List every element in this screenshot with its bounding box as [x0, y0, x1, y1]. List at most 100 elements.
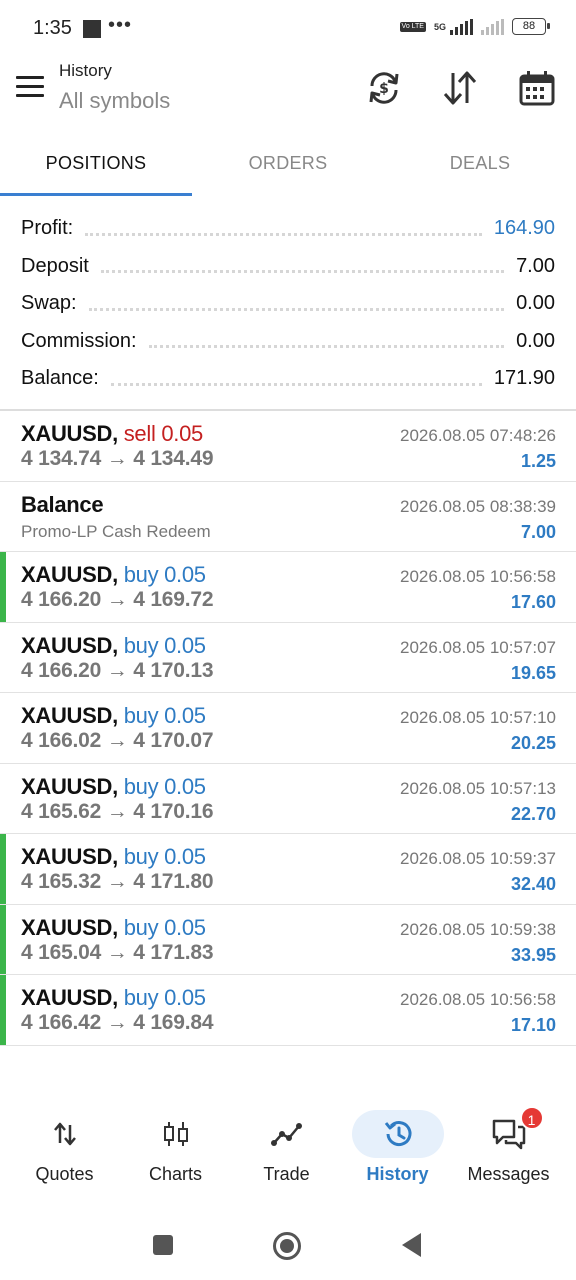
- deal-volume: buy 0.05: [123, 844, 206, 869]
- tab-deals[interactable]: DEALS: [384, 135, 576, 197]
- nav-messages[interactable]: 1 Messages: [453, 1100, 564, 1210]
- nav-icon-container: [241, 1110, 333, 1158]
- tab-positions[interactable]: POSITIONS: [0, 135, 192, 197]
- symbol: XAUUSD,: [21, 985, 118, 1010]
- list-item[interactable]: XAUUSD, sell 0.05 4 134.74 → 4 134.49 20…: [0, 411, 576, 482]
- nav-label: Quotes: [35, 1164, 94, 1184]
- active-tab-indicator: [0, 193, 192, 196]
- symbol: XAUUSD,: [21, 703, 118, 728]
- deal-time: 2026.08.05 08:38:39: [400, 496, 556, 516]
- nav-icon-container: [19, 1110, 111, 1158]
- signal-2-icon: [481, 18, 504, 35]
- list-item[interactable]: XAUUSD, buy 0.05 4 166.42 → 4 169.84 202…: [0, 975, 576, 1046]
- symbol: XAUUSD,: [21, 844, 118, 869]
- unread-badge: 1: [519, 1106, 544, 1130]
- deal-title: XAUUSD, buy 0.05: [21, 633, 206, 659]
- summary-row-profit: Profit: 164.90: [0, 210, 576, 248]
- list-item[interactable]: Balance Promo-LP Cash Redeem 2026.08.05 …: [0, 482, 576, 552]
- list-item[interactable]: XAUUSD, buy 0.05 4 165.62 → 4 170.16 202…: [0, 764, 576, 834]
- sync-icon[interactable]: $: [364, 68, 404, 108]
- deal-prices: 4 166.20 → 4 169.72: [21, 588, 214, 611]
- status-indicators: Vo LTE 5G 88: [399, 18, 550, 35]
- deal-title: XAUUSD, buy 0.05: [21, 562, 206, 588]
- symbol: XAUUSD,: [21, 914, 118, 940]
- status-time: 1:35: [33, 17, 72, 39]
- history-icon: [384, 1121, 411, 1147]
- history-list: XAUUSD, sell 0.05 4 134.74 → 4 134.49 20…: [0, 411, 576, 1046]
- nav-history[interactable]: History: [342, 1100, 453, 1210]
- volte-icon: Vo LTE: [399, 21, 426, 32]
- list-item[interactable]: XAUUSD, buy 0.05 4 166.20 → 4 169.72 202…: [0, 552, 576, 623]
- nav-charts[interactable]: Charts: [120, 1100, 231, 1210]
- deal-title: XAUUSD, sell 0.05: [21, 421, 203, 447]
- summary-row-deposit: Deposit 7.00: [0, 248, 576, 286]
- summary-label: Commission:: [21, 329, 137, 352]
- svg-text:$: $: [379, 81, 389, 97]
- sort-icon[interactable]: [440, 68, 480, 108]
- deal-volume: buy 0.05: [123, 773, 206, 799]
- charts-icon: [163, 1122, 188, 1146]
- deal-profit: 22.70: [510, 803, 556, 824]
- deal-volume: buy 0.05: [123, 985, 206, 1010]
- deal-title: XAUUSD, buy 0.05: [21, 703, 206, 729]
- symbol: XAUUSD,: [21, 632, 118, 658]
- more-notifications-icon: •••: [108, 14, 133, 36]
- network-type: 5G: [433, 21, 446, 32]
- deal-volume: buy 0.05: [123, 703, 206, 728]
- deal-prices: 4 165.62 → 4 170.16: [21, 799, 214, 823]
- deal-title: XAUUSD, buy 0.05: [21, 774, 206, 800]
- nav-icon-container: [351, 1110, 444, 1158]
- deal-prices: 4 165.32 → 4 171.80: [21, 870, 214, 893]
- tab-orders[interactable]: ORDERS: [192, 135, 384, 197]
- list-item[interactable]: XAUUSD, buy 0.05 4 165.04 → 4 171.83 202…: [0, 904, 576, 975]
- quotes-icon: [53, 1122, 76, 1146]
- status-bar: 1:35 ••• Vo LTE 5G 88: [0, 0, 576, 60]
- deal-profit: 32.40: [510, 874, 556, 894]
- account-summary: Profit: 164.90 Deposit 7.00 Swap: 0.00 C…: [0, 210, 576, 398]
- summary-value: 7.00: [516, 254, 555, 277]
- list-item[interactable]: XAUUSD, buy 0.05 4 165.32 → 4 171.80 202…: [0, 834, 576, 905]
- deal-profit: 19.65: [510, 662, 556, 683]
- deal-title: XAUUSD, buy 0.05: [21, 844, 206, 870]
- nav-label: Messages: [467, 1164, 550, 1184]
- nav-label: Trade: [263, 1164, 310, 1184]
- trade-icon: [270, 1123, 302, 1146]
- symbol: XAUUSD,: [21, 773, 118, 799]
- summary-label: Balance:: [21, 367, 99, 390]
- deal-time: 2026.08.05 10:56:58: [400, 990, 556, 1009]
- deal-time: 2026.08.05 10:56:58: [400, 567, 556, 586]
- dotted-leader: [148, 338, 505, 349]
- battery-icon: 88: [512, 18, 550, 35]
- summary-label: Profit:: [21, 217, 74, 240]
- summary-value: 0.00: [516, 292, 555, 315]
- notification-icon: [83, 20, 101, 38]
- deal-profit: 1.25: [520, 451, 556, 471]
- menu-icon[interactable]: [16, 76, 44, 98]
- deal-time: 2026.08.05 10:57:07: [400, 637, 556, 657]
- deal-profit: 17.10: [510, 1015, 556, 1035]
- list-item[interactable]: XAUUSD, buy 0.05 4 166.20 → 4 170.13 202…: [0, 623, 576, 693]
- calendar-icon[interactable]: [517, 68, 557, 108]
- summary-value: 171.90: [493, 367, 555, 390]
- symbol-filter[interactable]: All symbols: [59, 88, 170, 114]
- home-icon[interactable]: [272, 1231, 302, 1261]
- nav-trade[interactable]: Trade: [231, 1100, 342, 1210]
- balance-title: Balance: [21, 491, 104, 517]
- summary-value: 0.00: [516, 329, 555, 352]
- deal-profit: 33.95: [510, 944, 556, 965]
- deal-prices: 4 134.74 → 4 134.49: [21, 447, 214, 470]
- deal-prices: 4 166.42 → 4 169.84: [21, 1011, 214, 1034]
- signal-icon: [450, 18, 473, 35]
- symbol: XAUUSD,: [21, 562, 118, 587]
- deal-time: 2026.08.05 10:59:37: [400, 849, 556, 868]
- system-navigation: [0, 1222, 576, 1272]
- deal-profit: 20.25: [510, 733, 556, 753]
- back-icon[interactable]: [400, 1232, 424, 1258]
- deal-prices: 4 166.02 → 4 170.07: [21, 729, 214, 752]
- recents-icon[interactable]: [152, 1234, 174, 1256]
- summary-label: Swap:: [21, 292, 77, 315]
- nav-quotes[interactable]: Quotes: [9, 1100, 120, 1210]
- deal-profit: 17.60: [510, 592, 556, 612]
- list-item[interactable]: XAUUSD, buy 0.05 4 166.02 → 4 170.07 202…: [0, 693, 576, 764]
- nav-icon-container: [130, 1110, 222, 1158]
